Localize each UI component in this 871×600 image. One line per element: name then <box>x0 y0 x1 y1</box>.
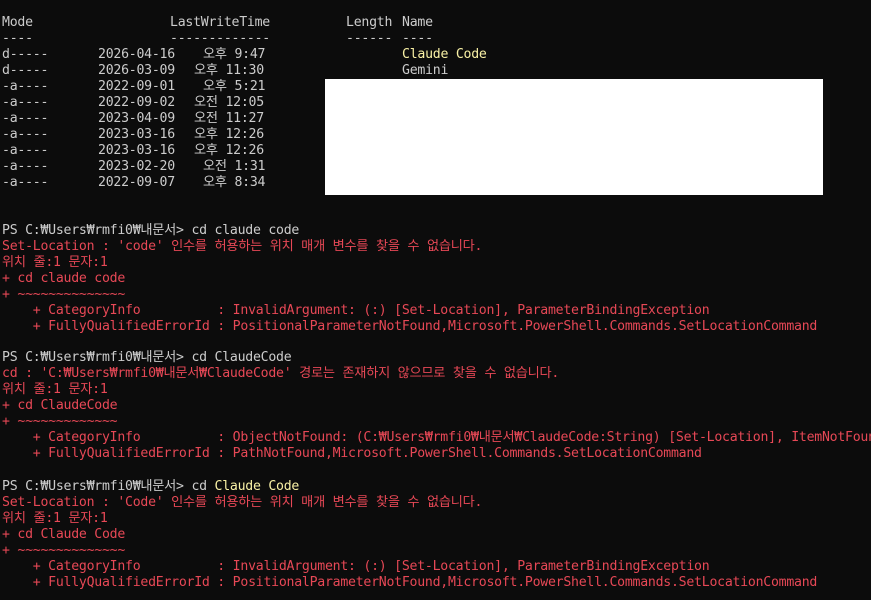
error-message: Set-Location : 'Code' 인수를 허용하는 위치 매개 변수를… <box>2 495 483 510</box>
row-date: 2022-09-01 <box>98 79 175 94</box>
prompt-line: PS C:₩Users₩rmfi0₩내문서> cd ClaudeCode <box>2 350 292 366</box>
error-position: 위치 줄:1 문자:1 <box>2 382 108 397</box>
row-time: 오후 5:21 <box>203 79 266 94</box>
error-category-info: + CategoryInfo : ObjectNotFound: (C:₩Use… <box>2 430 871 445</box>
row-date: 2022-09-07 <box>98 175 175 190</box>
error-fqid: + FullyQualifiedErrorId : PositionalPara… <box>2 319 818 334</box>
header-name: Name <box>402 15 433 30</box>
row-date: 2023-03-16 <box>98 143 175 158</box>
error-category-info: + CategoryInfo : InvalidArgument: (:) [S… <box>2 303 710 318</box>
prompt-line: PS C:₩Users₩rmfi0₩내문서> cd Claude Code <box>2 479 299 495</box>
prompt: PS C:₩Users₩rmfi0₩내문서> <box>2 479 192 494</box>
row-time: 오전 1:31 <box>203 159 266 174</box>
row-date: 2023-04-09 <box>98 111 175 126</box>
error-tilde: + ~~~~~~~~~~~~~~ <box>2 543 126 558</box>
row-date: 2023-02-20 <box>98 159 175 174</box>
listing-row: -a---- 2023-03-16 오후 12:26 <box>2 143 264 159</box>
row-name: Gemini <box>402 63 449 78</box>
row-time: 오전 11:27 <box>194 111 264 126</box>
error-message: Set-Location : 'code' 인수를 허용하는 위치 매개 변수를… <box>2 239 483 254</box>
row-time: 오후 12:26 <box>194 127 264 142</box>
command-text: cd ClaudeCode <box>191 350 292 365</box>
row-mode: -a---- <box>2 95 49 110</box>
row-time: 오후 11:30 <box>194 63 264 78</box>
row-time: 오전 12:05 <box>194 95 264 110</box>
command-argument: Claude Code <box>214 479 300 494</box>
row-date: 2023-03-16 <box>98 127 175 142</box>
separator-mode: ---- <box>2 31 33 46</box>
prompt-line: PS C:₩Users₩rmfi0₩내문서> cd claude code <box>2 223 299 239</box>
row-date: 2026-04-16 <box>98 47 175 62</box>
row-date: 2022-09-02 <box>98 95 175 110</box>
row-mode: -a---- <box>2 175 49 190</box>
listing-row: d----- 2026-04-16 오후 9:47 Claude Code <box>2 47 487 63</box>
command-text: cd claude code <box>191 223 300 238</box>
row-mode: -a---- <box>2 111 49 126</box>
listing-row: -a---- 2023-03-16 오후 12:26 <box>2 127 264 143</box>
row-mode: -a---- <box>2 143 49 158</box>
listing-row: d----- 2026-03-09 오후 11:30 Gemini <box>2 63 448 79</box>
listing-row: -a---- 2022-09-07 오후 8:34 <box>2 175 265 191</box>
header-lastwritetime: LastWriteTime <box>170 15 270 30</box>
error-position: 위치 줄:1 문자:1 <box>2 255 108 270</box>
header-mode: Mode <box>2 15 33 30</box>
row-mode: d----- <box>2 47 49 62</box>
listing-row: -a---- 2023-02-20 오전 1:31 <box>2 159 265 175</box>
row-mode: -a---- <box>2 79 49 94</box>
command-text: cd <box>191 479 215 494</box>
error-category-info: + CategoryInfo : InvalidArgument: (:) [S… <box>2 559 710 574</box>
listing-row: -a---- 2023-04-09 오전 11:27 <box>2 111 264 127</box>
listing-header: Mode LastWriteTime Length Name <box>2 15 433 31</box>
terminal-window[interactable]: Mode LastWriteTime Length Name ---- ----… <box>0 0 871 600</box>
error-echo: + cd claude code <box>2 271 126 286</box>
row-name: Claude Code <box>402 47 487 62</box>
row-time: 오후 12:26 <box>194 143 264 158</box>
row-time: 오후 9:47 <box>203 47 266 62</box>
row-mode: -a---- <box>2 159 49 174</box>
separator-length: ------ <box>346 31 393 46</box>
listing-row: -a---- 2022-09-02 오전 12:05 <box>2 95 264 111</box>
error-message: cd : 'C:₩Users₩rmfi0₩내문서₩ClaudeCode' 경로는… <box>2 366 560 381</box>
error-position: 위치 줄:1 문자:1 <box>2 511 108 526</box>
error-fqid: + FullyQualifiedErrorId : PathNotFound,M… <box>2 446 702 461</box>
listing-separator: ---- ------------- ------ ---- <box>2 31 433 47</box>
row-time: 오후 8:34 <box>203 175 266 190</box>
prompt: PS C:₩Users₩rmfi0₩내문서> <box>2 350 192 365</box>
error-echo: + cd Claude Code <box>2 527 126 542</box>
header-length: Length <box>346 15 393 30</box>
row-mode: d----- <box>2 63 49 78</box>
separator-lastwritetime: ------------- <box>170 31 270 46</box>
error-fqid: + FullyQualifiedErrorId : PositionalPara… <box>2 575 818 590</box>
error-tilde: + ~~~~~~~~~~~~~ <box>2 414 118 429</box>
separator-name: ---- <box>402 31 433 46</box>
row-date: 2026-03-09 <box>98 63 175 78</box>
error-tilde: + ~~~~~~~~~~~~~~ <box>2 287 126 302</box>
error-echo: + cd ClaudeCode <box>2 398 118 413</box>
redaction-box <box>325 79 823 195</box>
prompt: PS C:₩Users₩rmfi0₩내문서> <box>2 223 192 238</box>
row-mode: -a---- <box>2 127 49 142</box>
listing-row: -a---- 2022-09-01 오후 5:21 <box>2 79 265 95</box>
